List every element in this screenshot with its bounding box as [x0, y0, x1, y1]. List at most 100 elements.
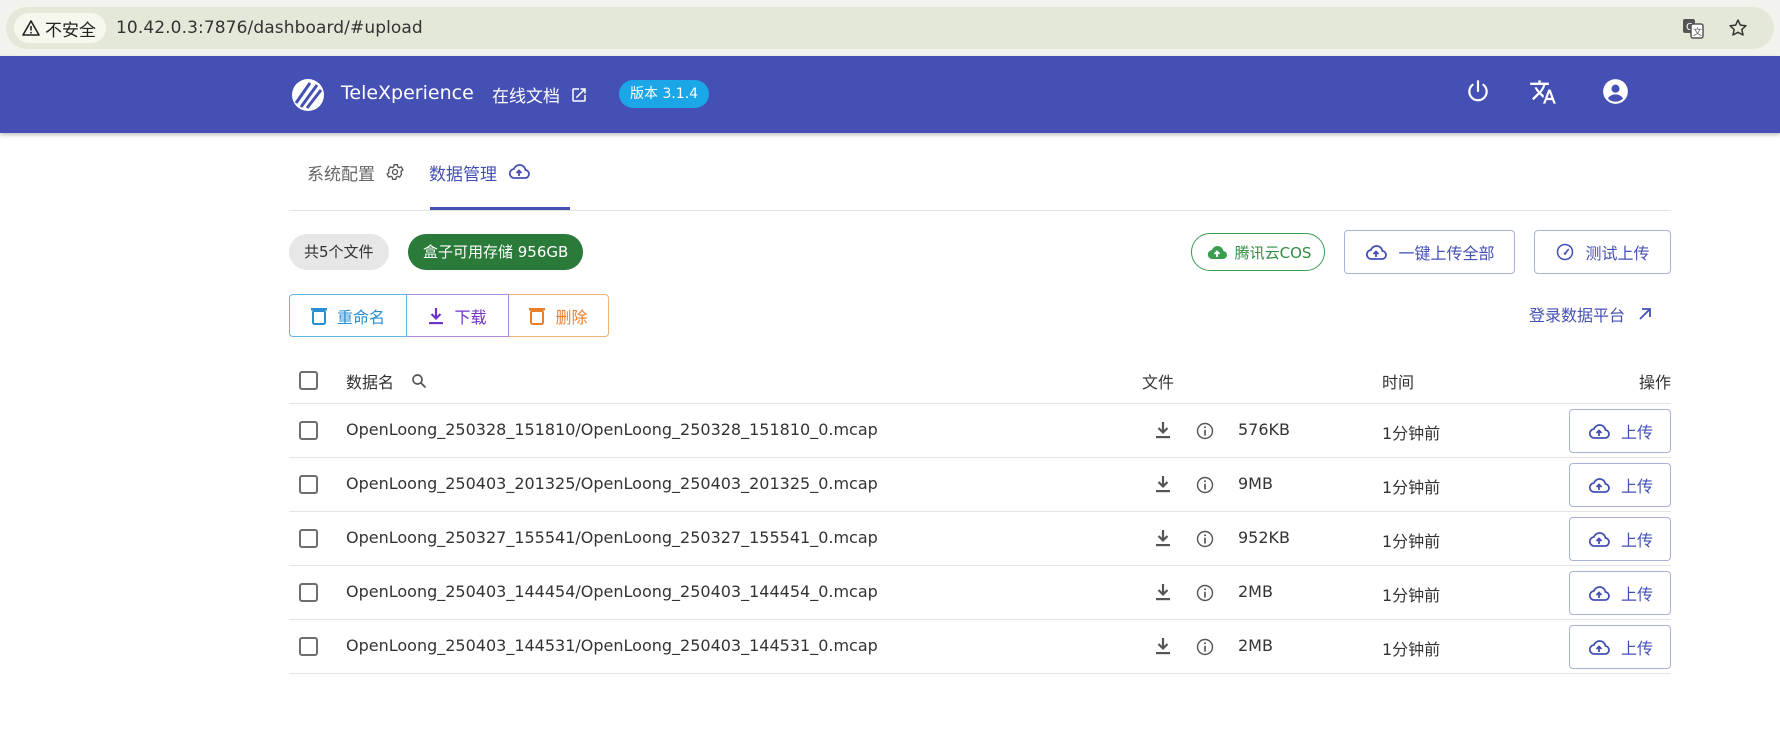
download-icon[interactable] — [1155, 583, 1171, 601]
info-icon[interactable] — [1195, 637, 1215, 657]
column-time: 时间 — [1382, 373, 1415, 392]
app-header: TeleXperience 在线文档 版本 3.1.4 — [0, 56, 1780, 133]
download-button[interactable]: 下载 — [407, 294, 509, 337]
cloud-upload-icon — [1587, 581, 1611, 605]
bulk-action-group: 重命名 下载 删除 — [289, 294, 609, 337]
rename-button[interactable]: 重命名 — [289, 294, 407, 337]
select-all-checkbox[interactable] — [299, 371, 318, 390]
upload-all-button[interactable]: 一键上传全部 — [1344, 230, 1515, 274]
speedometer-icon — [1555, 242, 1575, 262]
row-checkbox[interactable] — [299, 529, 318, 548]
table-row: OpenLoong_250403_144454/OpenLoong_250403… — [289, 566, 1671, 620]
download-icon[interactable] — [1155, 475, 1171, 493]
upload-button[interactable]: 上传 — [1569, 409, 1671, 453]
file-time: 1分钟前 — [1382, 532, 1441, 551]
rename-icon — [310, 307, 327, 325]
upload-button[interactable]: 上传 — [1569, 571, 1671, 615]
tab-data-management[interactable]: 数据管理 — [429, 133, 531, 211]
arrow-up-right-icon — [1637, 306, 1653, 322]
file-size: 2MB — [1238, 636, 1273, 655]
file-size: 2MB — [1238, 582, 1273, 601]
row-checkbox[interactable] — [299, 583, 318, 602]
row-checkbox[interactable] — [299, 421, 318, 440]
info-icon[interactable] — [1195, 421, 1215, 441]
test-upload-label: 测试上传 — [1585, 244, 1650, 263]
info-icon[interactable] — [1195, 583, 1215, 603]
file-size: 576KB — [1238, 420, 1291, 439]
file-time: 1分钟前 — [1382, 478, 1441, 497]
docs-link-label: 在线文档 — [492, 87, 560, 107]
browser-toolbar: 不安全 10.42.0.3:7876/dashboard/#upload G文 — [0, 0, 1780, 56]
active-tab-indicator — [430, 207, 570, 210]
upload-label: 上传 — [1620, 531, 1653, 550]
platform-login-link[interactable]: 登录数据平台 — [1529, 302, 1653, 326]
download-icon — [428, 307, 444, 325]
file-name: OpenLoong_250327_155541/OpenLoong_250327… — [346, 528, 878, 547]
download-icon[interactable] — [1155, 421, 1171, 439]
tab-label: 数据管理 — [429, 164, 497, 185]
docs-link[interactable]: 在线文档 — [492, 82, 588, 107]
gear-icon — [385, 162, 405, 182]
delete-button[interactable]: 删除 — [509, 294, 609, 337]
upload-label: 上传 — [1620, 585, 1653, 604]
column-name: 数据名 — [346, 369, 428, 393]
cloud-upload-icon — [1364, 240, 1388, 264]
brand-name: TeleXperience — [341, 82, 474, 104]
file-size: 952KB — [1238, 528, 1291, 547]
file-name: OpenLoong_250328_151810/OpenLoong_250328… — [346, 420, 878, 439]
upload-button[interactable]: 上传 — [1569, 463, 1671, 507]
upload-label: 上传 — [1620, 477, 1653, 496]
translate-page-icon[interactable]: G文 — [1682, 17, 1704, 39]
security-indicator[interactable]: 不安全 — [14, 13, 106, 43]
cloud-upload-icon — [1587, 473, 1611, 497]
warning-triangle-icon — [22, 20, 45, 36]
download-icon[interactable] — [1155, 529, 1171, 547]
cloud-upload-icon — [1205, 240, 1229, 264]
file-time: 1分钟前 — [1382, 586, 1441, 605]
bookmark-star-icon[interactable] — [1728, 18, 1748, 38]
upload-button[interactable]: 上传 — [1569, 625, 1671, 669]
upload-all-label: 一键上传全部 — [1398, 244, 1495, 263]
tab-system-config[interactable]: 系统配置 — [307, 133, 405, 211]
row-checkbox[interactable] — [299, 637, 318, 656]
column-op: 操作 — [1638, 373, 1671, 392]
tencent-cos-button[interactable]: 腾讯云COS — [1191, 233, 1325, 271]
table-row: OpenLoong_250327_155541/OpenLoong_250327… — [289, 512, 1671, 566]
column-name-label: 数据名 — [346, 373, 395, 392]
file-count-chip: 共5个文件 — [289, 234, 389, 270]
download-label: 下载 — [454, 307, 487, 327]
upload-button[interactable]: 上传 — [1569, 517, 1671, 561]
download-icon[interactable] — [1155, 637, 1171, 655]
platform-login-label: 登录数据平台 — [1529, 306, 1626, 325]
table-row: OpenLoong_250328_151810/OpenLoong_250328… — [289, 404, 1671, 458]
file-time: 1分钟前 — [1382, 640, 1441, 659]
file-name: OpenLoong_250403_201325/OpenLoong_250403… — [346, 474, 878, 493]
cloud-upload-icon — [1587, 527, 1611, 551]
translate-icon[interactable] — [1529, 78, 1557, 106]
info-icon[interactable] — [1195, 475, 1215, 495]
file-time: 1分钟前 — [1382, 424, 1441, 443]
trash-icon — [529, 307, 546, 325]
row-checkbox[interactable] — [299, 475, 318, 494]
power-icon[interactable] — [1465, 78, 1491, 104]
url-text[interactable]: 10.42.0.3:7876/dashboard/#upload — [116, 18, 423, 38]
cos-label: 腾讯云COS — [1234, 243, 1312, 262]
file-name: OpenLoong_250403_144531/OpenLoong_250403… — [346, 636, 878, 655]
account-icon[interactable] — [1602, 78, 1629, 105]
cloud-upload-icon — [1587, 419, 1611, 443]
rename-label: 重命名 — [336, 307, 385, 327]
external-link-icon — [570, 86, 588, 104]
delete-label: 删除 — [555, 307, 588, 327]
cloud-upload-icon — [1587, 635, 1611, 659]
info-icon[interactable] — [1195, 529, 1215, 549]
tab-label: 系统配置 — [307, 164, 375, 185]
file-size: 9MB — [1238, 474, 1273, 493]
table-row: OpenLoong_250403_144531/OpenLoong_250403… — [289, 620, 1671, 674]
cloud-upload-icon — [507, 160, 531, 184]
column-file: 文件 — [1142, 373, 1175, 392]
address-bar[interactable]: 不安全 10.42.0.3:7876/dashboard/#upload G文 — [6, 7, 1774, 49]
test-upload-button[interactable]: 测试上传 — [1534, 230, 1671, 274]
search-icon[interactable] — [410, 372, 428, 390]
security-label: 不安全 — [45, 20, 96, 41]
storage-chip: 盒子可用存储 956GB — [408, 234, 584, 270]
